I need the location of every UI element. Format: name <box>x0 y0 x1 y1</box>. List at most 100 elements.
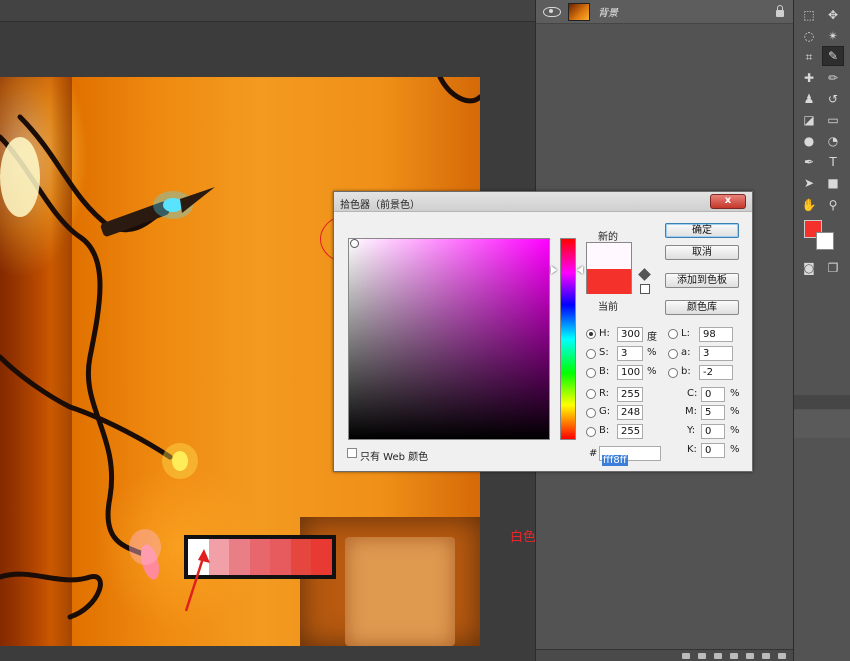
healing-brush-icon[interactable]: ✚ <box>798 68 820 88</box>
l-input[interactable]: 98 <box>699 327 733 342</box>
k-unit: % <box>730 444 740 455</box>
h-input[interactable]: 300 <box>617 327 643 342</box>
out-of-gamut-cube-icon[interactable] <box>638 268 651 281</box>
y-unit: % <box>730 425 740 436</box>
c-unit: % <box>730 388 740 399</box>
blur-tool-icon[interactable]: ● <box>798 131 820 151</box>
layers-footer <box>536 649 794 661</box>
dialog-title: 拾色器（前景色） <box>340 200 420 211</box>
trash-icon[interactable] <box>778 652 786 659</box>
move-tool-icon[interactable]: ✥ <box>822 5 844 25</box>
background-color-swatch[interactable] <box>816 232 834 250</box>
eye-icon[interactable] <box>543 6 561 17</box>
layer-name: 背景 <box>598 8 618 19</box>
web-safe-square-icon[interactable] <box>640 284 650 294</box>
a-label: a: <box>681 347 691 358</box>
swatch-7 <box>311 539 333 575</box>
close-button[interactable]: x <box>710 194 746 209</box>
eraser-tool-icon[interactable]: ◪ <box>798 110 820 130</box>
hex-input[interactable]: fff8ff <box>599 446 661 466</box>
s-label: S: <box>599 347 609 358</box>
workspace-top-strip <box>0 0 535 22</box>
lab-b-input[interactable]: -2 <box>699 365 733 380</box>
k-label: K: <box>687 444 697 455</box>
cancel-button[interactable]: 取消 <box>665 245 739 260</box>
g-label: G: <box>599 406 611 417</box>
lasso-tool-icon[interactable]: ◌ <box>798 26 820 46</box>
tools-panel: ⬚ ✥ ◌ ✴ ⌗ ✎ ✚ ✏ ♟ ↺ ◪ ▭ ● ◔ ✒ T ➤ ■ ✋ ⚲ … <box>793 0 850 661</box>
b-label: B: <box>599 366 610 377</box>
s-input[interactable]: 3 <box>617 346 643 361</box>
hand-tool-icon[interactable]: ✋ <box>798 195 820 215</box>
screen-mode-icon[interactable]: ❐ <box>822 258 844 278</box>
radio-h[interactable] <box>586 329 596 339</box>
mask-icon[interactable] <box>714 652 722 659</box>
hue-slider-arrow-right[interactable] <box>577 266 583 274</box>
brush-tool-icon[interactable]: ✏ <box>822 68 844 88</box>
color-libraries-button[interactable]: 颜色库 <box>665 300 739 315</box>
m-input[interactable]: 5 <box>701 405 725 420</box>
red-arrow-annotation <box>184 549 210 612</box>
h-unit: 度 <box>647 332 657 343</box>
marquee-tool-icon[interactable]: ⬚ <box>798 5 820 25</box>
layer-row-background[interactable]: 背景 <box>536 0 794 24</box>
shape-tool-icon[interactable]: ■ <box>822 173 844 193</box>
web-only-label: 只有 Web 颜色 <box>360 452 429 463</box>
b-unit: % <box>647 366 657 377</box>
hue-slider-arrow-left[interactable] <box>551 266 557 274</box>
fx-icon[interactable] <box>698 652 706 659</box>
color-preview <box>586 242 632 294</box>
dodge-tool-icon[interactable]: ◔ <box>822 131 844 151</box>
current-color-swatch[interactable] <box>587 269 631 294</box>
pen-tool-icon[interactable]: ✒ <box>798 152 820 172</box>
history-brush-icon[interactable]: ↺ <box>822 89 844 109</box>
magic-wand-icon[interactable]: ✴ <box>822 26 844 46</box>
r-input[interactable]: 255 <box>617 387 643 402</box>
new-color-swatch <box>587 243 631 269</box>
eyedropper-tool-icon[interactable]: ✎ <box>822 46 844 66</box>
radio-g[interactable] <box>586 408 596 418</box>
radio-b[interactable] <box>586 368 596 378</box>
tools-divider <box>794 395 850 409</box>
layer-thumbnail <box>568 2 590 21</box>
r-label: R: <box>599 388 610 399</box>
k-input[interactable]: 0 <box>701 443 725 458</box>
lab-b-label: b: <box>681 366 691 377</box>
crop-tool-icon[interactable]: ⌗ <box>798 47 820 67</box>
l-label: L: <box>681 328 690 339</box>
b-input[interactable]: 100 <box>617 365 643 380</box>
radio-r[interactable] <box>586 389 596 399</box>
radio-a[interactable] <box>668 349 678 359</box>
new-layer-icon[interactable] <box>762 652 770 659</box>
radio-rgb-b[interactable] <box>586 427 596 437</box>
quick-mask-icon[interactable]: ◙ <box>798 258 820 278</box>
adjustment-icon[interactable] <box>730 652 738 659</box>
canvas-box <box>345 537 455 646</box>
radio-lab-b[interactable] <box>668 368 678 378</box>
rgb-b-input[interactable]: 255 <box>617 424 643 439</box>
swatch-4 <box>249 539 271 575</box>
y-input[interactable]: 0 <box>701 424 725 439</box>
radio-s[interactable] <box>586 349 596 359</box>
c-input[interactable]: 0 <box>701 387 725 402</box>
link-layers-icon[interactable] <box>682 652 690 659</box>
radio-l[interactable] <box>668 329 678 339</box>
web-only-checkbox[interactable] <box>347 448 357 458</box>
add-to-swatches-button[interactable]: 添加到色板 <box>665 273 739 288</box>
ok-button[interactable]: 确定 <box>665 223 739 238</box>
gradient-tool-icon[interactable]: ▭ <box>822 110 844 130</box>
g-input[interactable]: 248 <box>617 405 643 420</box>
folder-icon[interactable] <box>746 652 754 659</box>
color-field[interactable] <box>348 238 550 440</box>
hue-slider[interactable] <box>560 238 576 440</box>
m-label: M: <box>685 406 697 417</box>
path-select-icon[interactable]: ➤ <box>798 173 820 193</box>
zoom-tool-icon[interactable]: ⚲ <box>822 195 844 215</box>
type-tool-icon[interactable]: T <box>822 152 844 172</box>
swatch-3 <box>229 539 250 575</box>
stamp-tool-icon[interactable]: ♟ <box>798 89 820 109</box>
new-color-label: 新的 <box>598 232 618 243</box>
color-field-marker[interactable] <box>350 239 359 248</box>
dialog-titlebar[interactable]: 拾色器（前景色） x <box>334 192 752 212</box>
a-input[interactable]: 3 <box>699 346 733 361</box>
